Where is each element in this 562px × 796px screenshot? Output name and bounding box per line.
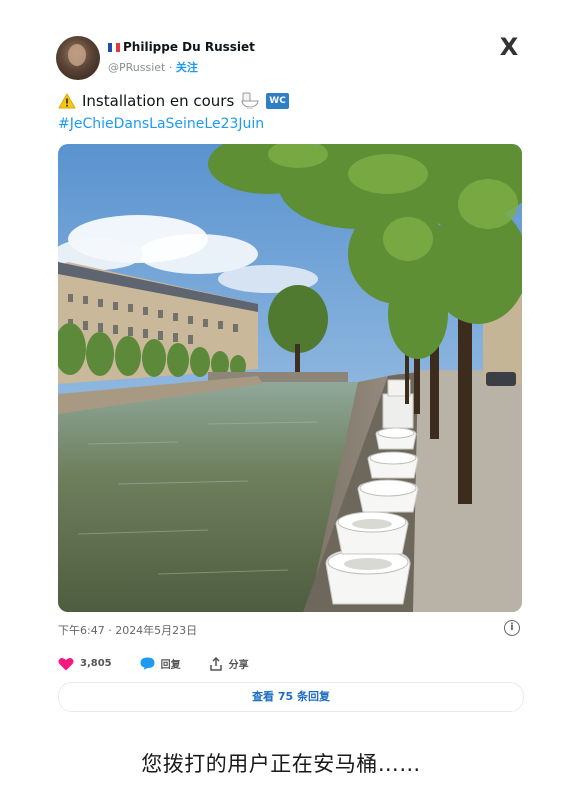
share-label: 分享 — [228, 660, 249, 671]
view-replies-button[interactable]: 查看 75 条回复 — [58, 682, 524, 712]
reply-button[interactable]: 回复 — [140, 656, 181, 671]
wc-icon: WC — [266, 93, 289, 109]
hashtag-link[interactable]: #JeChieDansLaSeineLe23Juin — [58, 116, 264, 132]
caption: 您拨打的用户正在安马桶…… — [141, 752, 421, 776]
share-icon — [209, 656, 222, 671]
close-icon[interactable]: X — [498, 35, 520, 59]
warning-icon — [58, 93, 76, 109]
separator: · — [168, 61, 173, 74]
like-button[interactable]: 3,805 — [58, 657, 112, 671]
share-button[interactable]: 分享 — [209, 656, 249, 671]
photo-scene — [58, 144, 522, 612]
handle-row: @PRussiet · 关注 — [108, 59, 198, 75]
reply-label: 回复 — [160, 660, 181, 671]
follow-button[interactable]: 关注 — [176, 61, 198, 74]
likes-count: 3,805 — [80, 658, 112, 669]
handle[interactable]: @PRussiet — [108, 61, 165, 74]
name-row: Philippe Du Russiet — [108, 40, 255, 54]
heart-icon — [58, 657, 74, 670]
timestamp: 下午6:47 · 2024年5月23日 — [58, 624, 198, 637]
tweet-photo[interactable] — [58, 144, 522, 612]
flag-icon — [108, 42, 120, 52]
action-bar: 3,805 回复 分享 — [58, 656, 277, 671]
tweet-card: Philippe Du Russiet @PRussiet · 关注 X Ins… — [44, 26, 536, 726]
tweet-text: Installation en cours — [82, 92, 235, 110]
display-name[interactable]: Philippe Du Russiet — [123, 40, 255, 54]
reply-bubble-icon — [140, 657, 155, 670]
info-icon[interactable]: i — [504, 620, 520, 636]
avatar[interactable] — [56, 36, 100, 80]
tweet-text-row: Installation en cours WC — [58, 92, 289, 110]
toilet-icon — [241, 92, 259, 109]
